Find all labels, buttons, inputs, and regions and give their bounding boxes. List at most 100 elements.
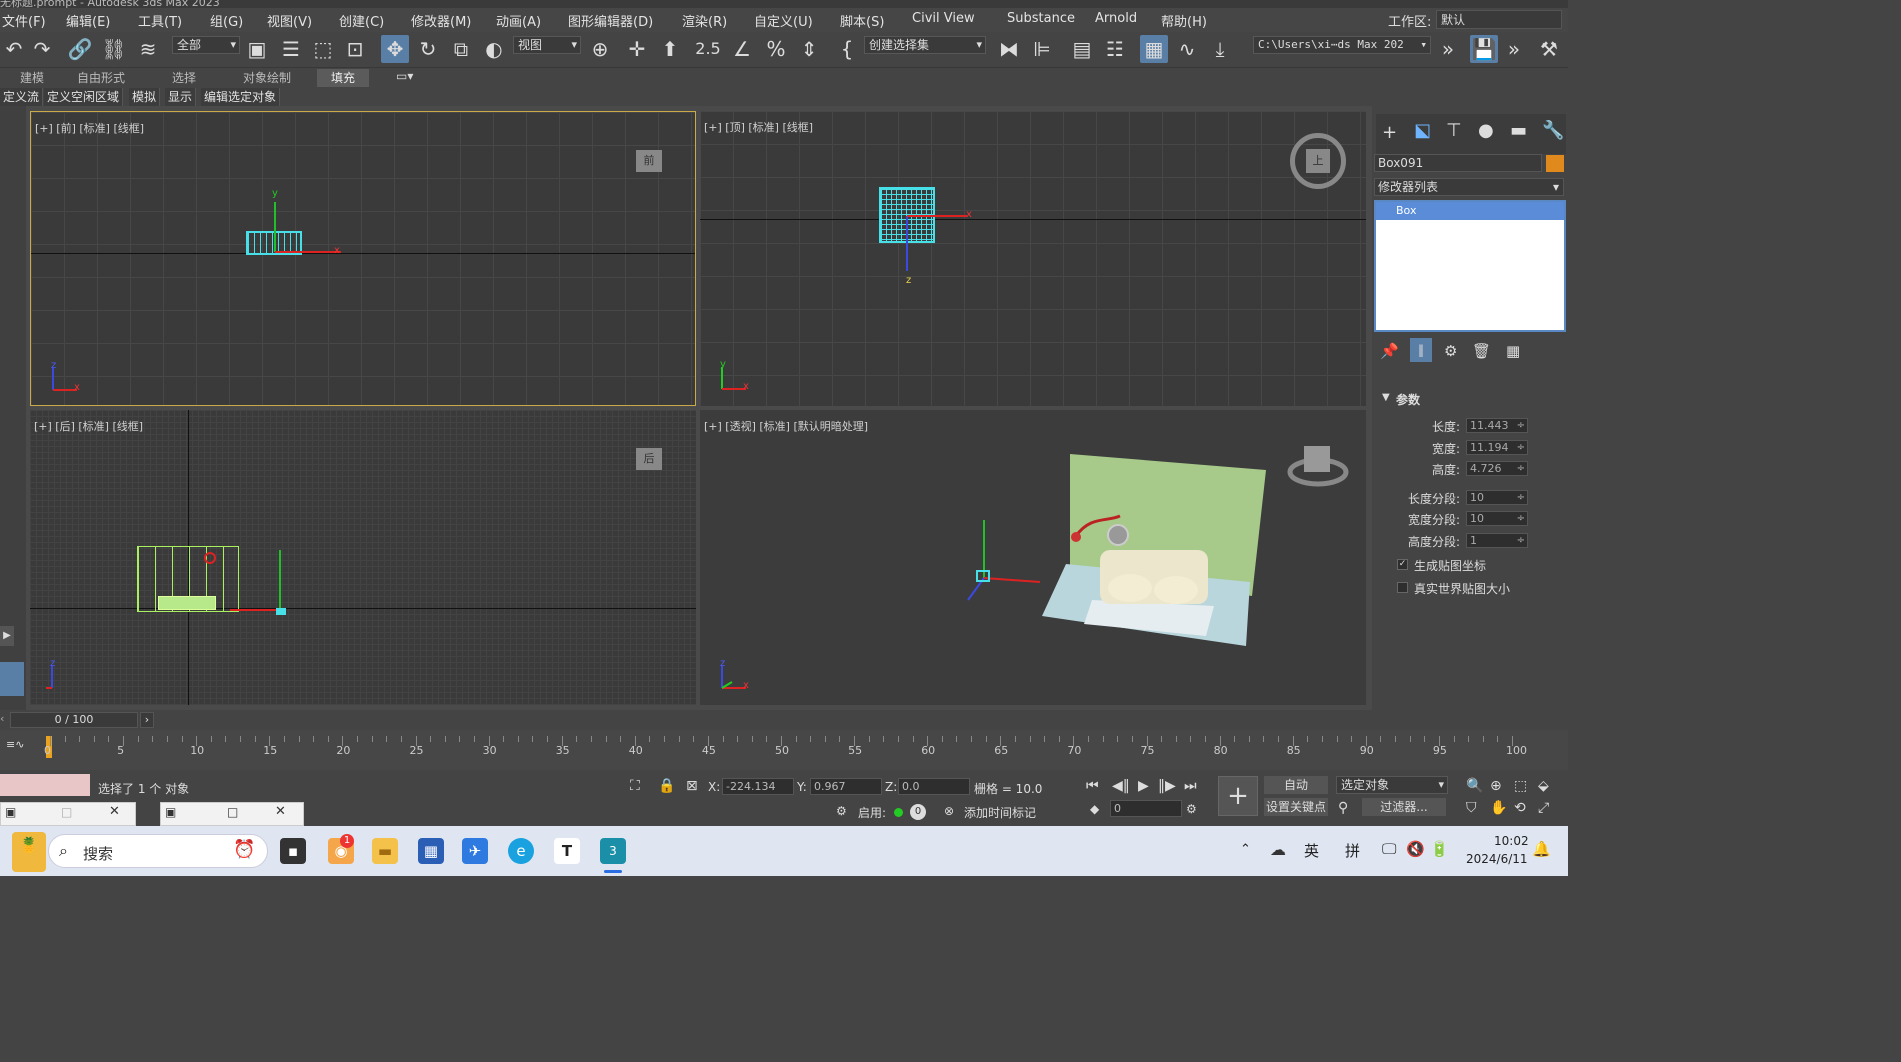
scale-icon[interactable]: ⧉ [447,35,475,63]
schematic-view-icon[interactable]: ⤓ [1206,35,1234,63]
goto-start-icon[interactable]: ⏮ [1086,778,1099,794]
auto-key-button[interactable]: 自动 [1264,776,1328,794]
volume-icon[interactable]: 🔇 [1406,840,1425,858]
menu-modifiers[interactable]: 修改器(M) [411,11,471,30]
x-coord-field[interactable]: -224.134 [722,778,794,795]
curve-editor-icon[interactable]: ∿ [1173,35,1201,63]
mini-window-1-maximize-icon[interactable]: □ [61,805,72,819]
configure-sets-icon[interactable]: ▦ [1506,342,1520,360]
menu-edit[interactable]: 编辑(E) [66,11,110,30]
width-spinner[interactable]: 11.194 [1466,440,1528,455]
select-by-name-icon[interactable]: ☰ [277,35,305,63]
align-icon[interactable]: ⊫ [1028,35,1056,63]
modifier-stack[interactable]: Box [1374,200,1566,332]
menu-help[interactable]: 帮助(H) [1161,11,1207,30]
time-tag-icon[interactable]: ⊗ [944,804,954,818]
spinner-snap-icon[interactable]: ⇕ [795,35,823,63]
edge-icon[interactable]: e [508,838,534,864]
menu-view[interactable]: 视图(V) [267,11,312,30]
tab-object-paint[interactable]: 对象绘制 [243,69,291,86]
time-tag-count-icon[interactable]: 0 [910,804,926,820]
select-manipulate-icon[interactable]: ✛ [623,35,651,63]
select-object-icon[interactable]: ▣ [243,35,271,63]
maximize-viewport-icon[interactable]: ⤢ [1538,800,1549,816]
link-icon[interactable]: 🔗 [66,35,94,63]
render-icon[interactable]: ⚒ [1535,35,1563,63]
zoom-icon[interactable]: 🔍 [1466,778,1483,794]
edit-named-selection-icon[interactable]: { [833,35,861,63]
move-icon[interactable]: ✥ [381,35,409,63]
object-color-swatch[interactable] [1546,155,1564,172]
menu-arnold[interactable]: Arnold [1095,11,1137,26]
cloud-icon[interactable]: ☁ [1270,840,1286,859]
params-rollout-header[interactable]: ▼ 参数 [1376,390,1566,408]
snap-toggle-icon[interactable]: 2.5 [694,35,722,63]
field-of-view-icon[interactable]: ⛉ [1466,800,1477,816]
make-unique-icon[interactable]: ⚙ [1444,342,1457,360]
tab-populate[interactable]: 填充 [317,69,370,87]
remove-modifier-icon[interactable]: 🗑 [1472,342,1491,360]
menu-substance[interactable]: Substance [1007,11,1075,26]
next-frame-icon[interactable]: ‖▶ [1158,778,1176,794]
viewport-top[interactable]: [+] [顶] [标准] [线框] z x 上 y x [700,111,1366,406]
menu-animation[interactable]: 动画(A) [496,11,541,30]
gen-mapping-checkbox[interactable]: ✓ [1397,559,1408,570]
slider-next-icon[interactable]: › [140,712,154,728]
window-crossing-icon[interactable]: ⊡ [341,35,369,63]
play-icon[interactable]: ▶ [1138,778,1149,794]
feishu-icon[interactable]: ✈ [462,838,488,864]
viewport-front-label[interactable]: [+] [前] [标准] [线框] [35,120,144,136]
more-tools-icon[interactable]: » [1434,35,1462,63]
task-view-icon[interactable]: ▪ [280,838,306,864]
width-segs-spinner[interactable]: 10 [1466,511,1528,526]
hierarchy-tab-icon[interactable]: ⊤ [1446,120,1462,141]
ime-mode-indicator[interactable]: 拼 [1345,840,1360,861]
real-world-checkbox[interactable] [1397,582,1408,593]
height-segs-spinner[interactable]: 1 [1466,533,1528,548]
set-key-button[interactable]: 设置关键点 [1264,798,1328,816]
modifier-list-dropdown[interactable]: 修改器列表 ▾ [1374,178,1564,196]
time-slider-thumb[interactable]: 0 / 100 [10,712,138,728]
ime-lang-indicator[interactable]: 英 [1304,840,1319,861]
maxscript-listener[interactable] [0,774,90,796]
menu-civil-view[interactable]: Civil View [912,11,975,26]
z-coord-field[interactable]: 0.0 [898,778,970,795]
layer-explorer-icon[interactable]: ☷ [1101,35,1129,63]
goto-end-icon[interactable]: ⏭ [1184,778,1197,794]
battery-icon[interactable]: 🔋 [1430,840,1449,858]
project-path-dropdown[interactable]: C:\Users\xi⋯ds Max 202 [1253,36,1431,54]
height-spinner[interactable]: 4.726 [1466,461,1528,476]
key-mode-icon[interactable]: ◆ [1090,802,1099,816]
key-filter-dropdown[interactable]: 选定对象 [1336,776,1448,794]
zoom-extents-all-icon[interactable]: ⬙ [1538,778,1549,794]
scene-explorer-icon[interactable]: ▤ [1068,35,1096,63]
unlink-icon[interactable]: ⛓ [100,35,128,63]
viewcube-back[interactable]: 后 [636,448,662,470]
mini-window-2[interactable]: ▣ □ ✕ [160,802,304,826]
rect-selection-icon[interactable]: ⬚ [309,35,337,63]
zoom-extents-icon[interactable]: ⬚ [1514,778,1527,794]
menu-rendering[interactable]: 渲染(R) [682,11,727,30]
viewcube-front[interactable]: 前 [636,150,662,172]
viewport-layout-icon[interactable] [0,662,24,696]
viewport-perspective-label[interactable]: [+] [透视] [标准] [默认明暗处理] [704,418,868,434]
workspace-select[interactable]: 默认 [1436,10,1562,29]
search-box[interactable]: ⌕ 搜索 ⏰ [48,834,268,868]
subtab-simulate[interactable]: 模拟 [129,88,161,106]
filters-button[interactable]: 过滤器... [1362,798,1446,816]
menu-customize[interactable]: 自定义(U) [754,11,813,30]
mini-window-2-close-icon[interactable]: ✕ [275,804,286,819]
save-scene-icon[interactable]: 💾 [1470,35,1498,63]
slider-prev-icon[interactable]: ‹ [0,712,4,725]
keyboard-shortcut-icon[interactable]: ⬆ [656,35,684,63]
redo-icon[interactable]: ↷ [28,35,56,63]
clock-time[interactable]: 10:02 [1494,834,1529,848]
3dsmax-icon[interactable]: 3 [600,838,626,864]
mini-window-2-maximize-icon[interactable]: □ [227,805,238,819]
menu-graph-editors[interactable]: 图形编辑器(D) [568,11,653,30]
ribbon-toggle-icon[interactable]: ▦ [1140,35,1168,63]
time-config-icon[interactable]: ⚙ [1186,802,1197,816]
time-slider[interactable]: ‹ 0 / 100 › [0,710,1568,730]
menu-file[interactable]: 文件(F) [2,11,46,30]
length-spinner[interactable]: 11.443 [1466,418,1528,433]
